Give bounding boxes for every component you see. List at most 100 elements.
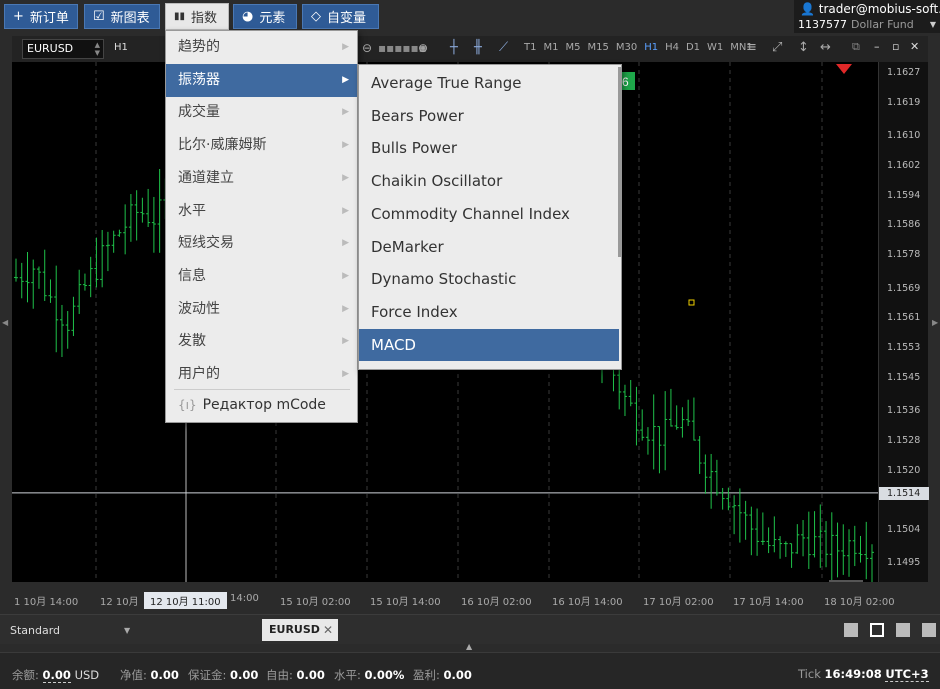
elements-button[interactable]: ◕ 元素	[233, 4, 297, 29]
minimize-icon[interactable]: –	[874, 40, 880, 53]
profit-label: 盈利:	[413, 668, 440, 682]
indicator-category-label: 比尔·威廉姆斯	[178, 137, 267, 154]
badge-text: 6	[622, 75, 629, 89]
oscillator-item[interactable]: MACD	[359, 328, 619, 361]
account-caret-icon[interactable]: ▼	[930, 20, 936, 29]
price-tick-label: 1.1504	[887, 524, 921, 535]
bar-type-icon[interactable]: ┼	[450, 40, 458, 55]
oscillator-item[interactable]: Commodity Channel Index	[359, 198, 619, 230]
account-panel[interactable]: 👤 trader@mobius-soft.org 1137577 Dollar F…	[794, 0, 940, 33]
clock-status: Tick 16:49:08 UTC+3	[798, 667, 929, 682]
oscillator-item[interactable]: Chaikin Oscillator	[359, 165, 619, 197]
zoom-in-icon[interactable]: ⊕	[418, 41, 428, 55]
oscillator-label: Commodity Channel Index	[371, 204, 570, 223]
indicator-category-label: 成交量	[178, 104, 220, 121]
price-tick-label: 1.1569	[887, 282, 921, 294]
indicator-category-item[interactable]: 波动性 ▶	[166, 293, 357, 326]
profile-selector[interactable]: Standard	[10, 624, 60, 637]
oscillator-item[interactable]: Dynamo Stochastic	[359, 263, 619, 295]
indicator-category-item[interactable]: 成交量 ▶	[166, 96, 357, 129]
indicator-category-item[interactable]: 趋势的 ▶	[166, 31, 357, 64]
timeframe-d1[interactable]: D1	[686, 42, 700, 53]
symbol-selector[interactable]: EURUSD ▲ ▼	[22, 39, 104, 59]
timeframe-m1[interactable]: M1	[543, 42, 558, 53]
oscillator-item[interactable]: Force Index	[359, 296, 619, 328]
vertical-scale-icon[interactable]: ↕	[798, 40, 809, 55]
indicator-category-item[interactable]: 比尔·威廉姆斯 ▶	[166, 129, 357, 162]
scroll-left-icon[interactable]: ◀	[2, 318, 8, 327]
indicator-category-item[interactable]: 振荡器 ▶	[166, 63, 357, 97]
time-tick-label: 14:00	[230, 593, 259, 604]
zoom-out-icon[interactable]: ⊖	[362, 41, 372, 55]
layout-grid-icon[interactable]	[870, 623, 884, 637]
close-tab-icon[interactable]: ✕	[323, 619, 333, 641]
indicator-category-item[interactable]: 通道建立 ▶	[166, 162, 357, 195]
indicator-category-item[interactable]: 发散 ▶	[166, 325, 357, 358]
oscillator-label: Force Index	[371, 302, 458, 321]
time-axis[interactable]: 1 10月 14:00 12 10月 12 10月 11:00 14:00 15 10月…	[12, 590, 895, 612]
timeframe-h4[interactable]: H4	[665, 42, 679, 53]
layout-single-icon[interactable]	[844, 623, 858, 637]
line-type-icon[interactable]: ⟋	[499, 40, 508, 55]
diamond-icon: ◇	[311, 9, 321, 24]
time-tick-label: 12 10月	[100, 597, 139, 608]
timeframe-m30[interactable]: M30	[616, 42, 637, 53]
indicator-category-label: 振荡器	[178, 71, 220, 88]
indicator-category-item[interactable]: 水平 ▶	[166, 195, 357, 228]
mcode-editor-item[interactable]: {ı} Редактор mCode	[178, 397, 326, 413]
indicators-button[interactable]: ▮▮ 指数	[165, 3, 229, 30]
price-axis[interactable]: 1.1627 1.1619 1.1610 1.1602 1.1594 1.1586 1.15…	[878, 62, 929, 582]
menu-divider	[174, 389, 350, 390]
timeframe-h1[interactable]: H1	[644, 42, 658, 53]
tab-label: EURUSD	[269, 623, 320, 636]
profile-caret-icon[interactable]: ▼	[124, 626, 130, 635]
oscillator-item[interactable]: Bulls Power	[359, 132, 619, 164]
event-marker-icon	[688, 299, 695, 306]
oscillator-item[interactable]: Average True Range	[359, 67, 619, 99]
tick-label: Tick	[798, 667, 821, 681]
submenu-scrollbar[interactable]	[618, 67, 621, 257]
current-price-label: 1.1514	[879, 486, 929, 500]
new-order-button[interactable]: + 新订单	[4, 4, 78, 29]
oscillator-item[interactable]: Bears Power	[359, 100, 619, 132]
close-chart-icon[interactable]: ✕	[910, 40, 919, 53]
indicator-category-item[interactable]: 信息 ▶	[166, 260, 357, 293]
tab-eurusd[interactable]: EURUSD ✕	[262, 619, 338, 641]
timeframe-m5[interactable]: M5	[565, 42, 580, 53]
indicators-menu: 趋势的 ▶ 振荡器 ▶ 成交量 ▶ 比尔·威廉姆斯 ▶ 通道建立 ▶ 水平 ▶ 短线交易 ▶ 信息 ▶ 波动性 ▶…	[165, 30, 358, 423]
price-tick-label: 1.1561	[887, 312, 921, 324]
equity-status: 净值: 0.00	[120, 667, 179, 683]
variables-button[interactable]: ◇ 自变量	[302, 4, 379, 29]
margin-label: 保证金:	[188, 668, 227, 682]
price-tick-label: 1.1578	[887, 249, 921, 261]
indicator-category-item[interactable]: 用户的 ▶	[166, 358, 357, 391]
timeframe-m15[interactable]: M15	[587, 42, 608, 53]
layout-columns-icon[interactable]	[896, 623, 910, 637]
timeframe-w1[interactable]: W1	[707, 42, 723, 53]
free-label: 自由:	[266, 668, 293, 682]
indicator-category-item[interactable]: 短线交易 ▶	[166, 227, 357, 260]
oscillator-item[interactable]: DeMarker	[359, 231, 619, 263]
time-tick-label: 1 10月 14:00	[14, 597, 79, 608]
auto-scale-icon[interactable]: ⤢	[772, 40, 782, 55]
price-tick-label: 1.1536	[887, 405, 921, 417]
scroll-right-icon[interactable]: ▶	[932, 318, 938, 327]
layout-split-icon[interactable]	[922, 623, 936, 637]
expand-panel-icon[interactable]: ▲	[466, 642, 472, 651]
code-braces-icon: {ı}	[178, 398, 197, 412]
indicator-settings-icon[interactable]: ≡	[746, 40, 757, 55]
new-chart-button[interactable]: ☑ 新图表	[84, 4, 160, 29]
timezone-selector[interactable]: UTC+3	[885, 667, 929, 682]
bar-chart-icon: ▮▮	[174, 10, 186, 22]
timeframe-t1[interactable]: T1	[524, 42, 536, 53]
detach-icon[interactable]: ⧉	[852, 40, 860, 54]
oscillators-submenu: Average True Range Bears Power Bulls Power…	[358, 64, 622, 370]
candle-type-icon[interactable]: ╫	[474, 40, 482, 55]
account-fund: Dollar Fund	[851, 18, 914, 31]
balance-value[interactable]: 0.00	[42, 668, 71, 683]
submenu-arrow-icon: ▶	[342, 205, 349, 216]
spinner-icon[interactable]: ▲ ▼	[95, 41, 100, 57]
free-value: 0.00	[296, 668, 325, 682]
horizontal-scale-icon[interactable]: ↔	[820, 40, 831, 55]
maximize-icon[interactable]: ▫	[892, 40, 899, 53]
